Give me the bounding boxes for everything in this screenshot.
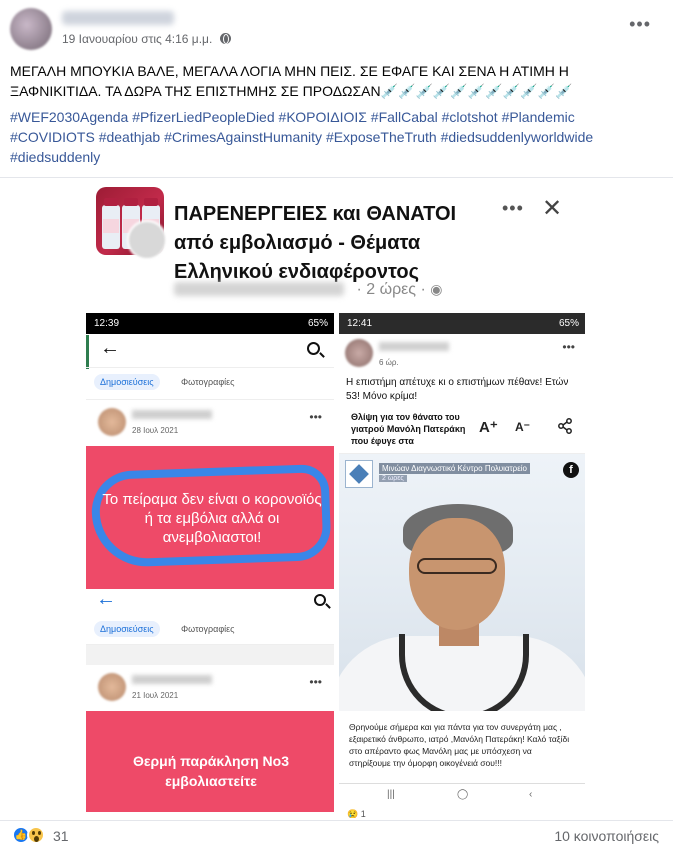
hashtag-link[interactable]: #WEF2030Agenda [10, 109, 128, 125]
back-arrow-icon: ← [100, 337, 120, 359]
home-icon: ◯ [457, 789, 469, 800]
search-icon [314, 594, 326, 606]
hashtag-link[interactable]: #diedsuddenly [10, 149, 100, 165]
quote-panel: Θερμή παράκληση Νο3 εμβολιαστείτε [86, 711, 334, 812]
quote-text: Θερμή παράκληση Νο3 εμβολιαστείτε [132, 753, 290, 789]
post-header: 19 Ιανουαρίου στις 4:16 μ.μ. ••• [0, 0, 673, 56]
tab-photos: Φωτογραφίες [181, 377, 235, 387]
more-horizontal-icon: ••• [309, 410, 322, 424]
post-meta: 19 Ιανουαρίου στις 4:16 μ.μ. [62, 32, 231, 46]
article-bar: Θλίψη για τον θάνατο του γιατρού Μανόλη … [339, 408, 585, 454]
share-icon [558, 418, 572, 434]
author-name-blurred[interactable] [62, 11, 174, 25]
android-nav-bar: ||| ◯ ‹ [339, 783, 585, 807]
profile-tabs: Δημοσιεύσεις Φωτογραφίες [86, 615, 334, 645]
battery-level: 65% [558, 318, 579, 329]
hashtag-link[interactable]: #ExposeTheTruth [326, 129, 437, 145]
status-time: 12:39 [94, 318, 120, 329]
close-icon: ✕ [542, 195, 563, 222]
more-options-icon[interactable]: ••• [629, 14, 651, 34]
hashtag-link[interactable]: #deathjab [99, 129, 161, 145]
avatar [98, 673, 126, 701]
tab-posts: Δημοσιεύσεις [94, 374, 160, 390]
hashtag-link[interactable]: #FallCabal [371, 109, 438, 125]
hashtag-link[interactable]: #diedsuddenlyworldwide [441, 129, 594, 145]
photo-caption: Θρηνούμε σήμερα και για πάντα για τον συ… [349, 722, 570, 768]
hashtag-link[interactable]: #clotshot [442, 109, 498, 125]
clinic-time: 2 ώρες [379, 475, 407, 482]
article-title: Θλίψη για τον θάνατο του γιατρού Μανόλη … [351, 412, 466, 446]
shared-time: · 2 ώρες · [356, 281, 426, 298]
more-horizontal-icon: ••• [309, 675, 322, 689]
poster-avatar-blurred [127, 220, 167, 260]
screenshot-right: 12:41 65% 6 ώρ. ••• Η επιστήμη απέτυχε κ… [339, 313, 585, 818]
search-icon [307, 342, 320, 355]
name-blurred [132, 675, 212, 684]
hashtag-link[interactable]: #CrimesAgainstHumanity [164, 129, 322, 145]
status-bar: 12:41 65% [339, 313, 585, 334]
hashtag-link[interactable]: #ΚΟΡΟΙΔΙΟΙΣ [279, 109, 367, 125]
recent-apps-icon: ||| [387, 789, 395, 800]
name-blurred [379, 342, 449, 351]
status-time: 12:41 [347, 318, 373, 329]
battery-level: 65% [307, 318, 328, 329]
shared-meta: · 2 ώρες · ◉ [174, 281, 442, 299]
quote-text: Το πείραμα δεν είναι ο κορονοϊός ή τα εμ… [102, 491, 322, 546]
back-icon: ‹ [529, 789, 533, 800]
post-card-header: 6 ώρ. ••• [339, 334, 585, 374]
shared-post-image[interactable]: ΠΑΡΕΝΕΡΓΕΙΕΣ και ΘΑΝΑΤΟΙ από εμβολιασμό … [82, 180, 593, 818]
facebook-icon: f [563, 462, 579, 478]
doctor-photo: Μινώαν Διαγνωστικό Κέντρο Πολυιατρείο 2 … [339, 454, 585, 711]
post-date: 28 Ιουλ 2021 [132, 426, 179, 435]
reaction-count: 31 [53, 828, 69, 844]
more-horizontal-icon: ••• [502, 198, 524, 218]
post-card-header: 21 Ιουλ 2021 ••• [86, 665, 334, 711]
back-arrow-icon: ← [96, 588, 116, 610]
globe-icon [219, 33, 231, 44]
globe-icon: ◉ [430, 281, 443, 297]
name-blurred [132, 410, 212, 419]
portrait-face [409, 518, 505, 630]
glasses [417, 558, 497, 574]
font-increase-icon: A⁺ [479, 419, 498, 436]
app-nav-bar: ← [86, 588, 334, 615]
hashtag-link[interactable]: #Plandemic [502, 109, 575, 125]
author-avatar[interactable] [10, 8, 52, 50]
quote-panel: Το πείραμα δεν είναι ο κορονοϊός ή τα εμ… [86, 446, 334, 589]
group-title: ΠΑΡΕΝΕΡΓΕΙΕΣ και ΘΑΝΑΤΟΙ από εμβολιασμό … [174, 203, 457, 283]
author-name-blurred [174, 282, 344, 296]
stethoscope [399, 634, 529, 711]
separator [86, 645, 334, 665]
font-decrease-icon: A⁻ [515, 420, 530, 434]
app-nav-bar: ← [86, 334, 334, 368]
clinic-name: Μινώαν Διαγνωστικό Κέντρο Πολυιατρείο [379, 463, 530, 474]
profile-tabs: Δημοσιεύσεις Φωτογραφίες [86, 368, 334, 400]
hashtag-link[interactable]: #COVIDIOTS [10, 129, 95, 145]
hashtag-link[interactable]: #PfizerLiedPeopleDied [132, 109, 274, 125]
hashtag-list: #WEF2030Agenda #PfizerLiedPeopleDied #ΚΟ… [10, 107, 660, 167]
screenshot-left: 12:39 65% ← Δημοσιεύσεις Φωτογραφίες 28 … [86, 313, 334, 818]
post-date[interactable]: 19 Ιανουαρίου στις 4:16 μ.μ. [62, 32, 212, 46]
more-horizontal-icon: ••• [562, 340, 575, 354]
reaction-row: 😢 1 [347, 809, 366, 818]
divider [0, 820, 673, 821]
tab-photos: Φωτογραφίες [181, 624, 235, 634]
post-date: 21 Ιουλ 2021 [132, 691, 179, 700]
post-text: Η επιστήμη απέτυχε κι ο επιστήμων πέθανε… [346, 377, 569, 402]
post-time: 6 ώρ. [379, 358, 399, 367]
divider [0, 177, 673, 178]
tab-posts: Δημοσιεύσεις [94, 621, 160, 637]
post-card-header: 28 Ιουλ 2021 ••• [86, 400, 334, 446]
avatar [98, 408, 126, 436]
wow-reaction-icon [27, 826, 45, 844]
status-bar: 12:39 65% [86, 313, 334, 334]
shares-count[interactable]: 10 κοινοποιήσεις [554, 828, 659, 844]
clinic-logo [345, 460, 373, 488]
avatar [345, 339, 373, 367]
post-text: ΜΕΓΑΛΗ ΜΠΟΥΚΙΑ ΒΑΛΕ, ΜΕΓΑΛΑ ΛΟΓΙΑ ΜΗΝ ΠΕ… [10, 63, 573, 99]
